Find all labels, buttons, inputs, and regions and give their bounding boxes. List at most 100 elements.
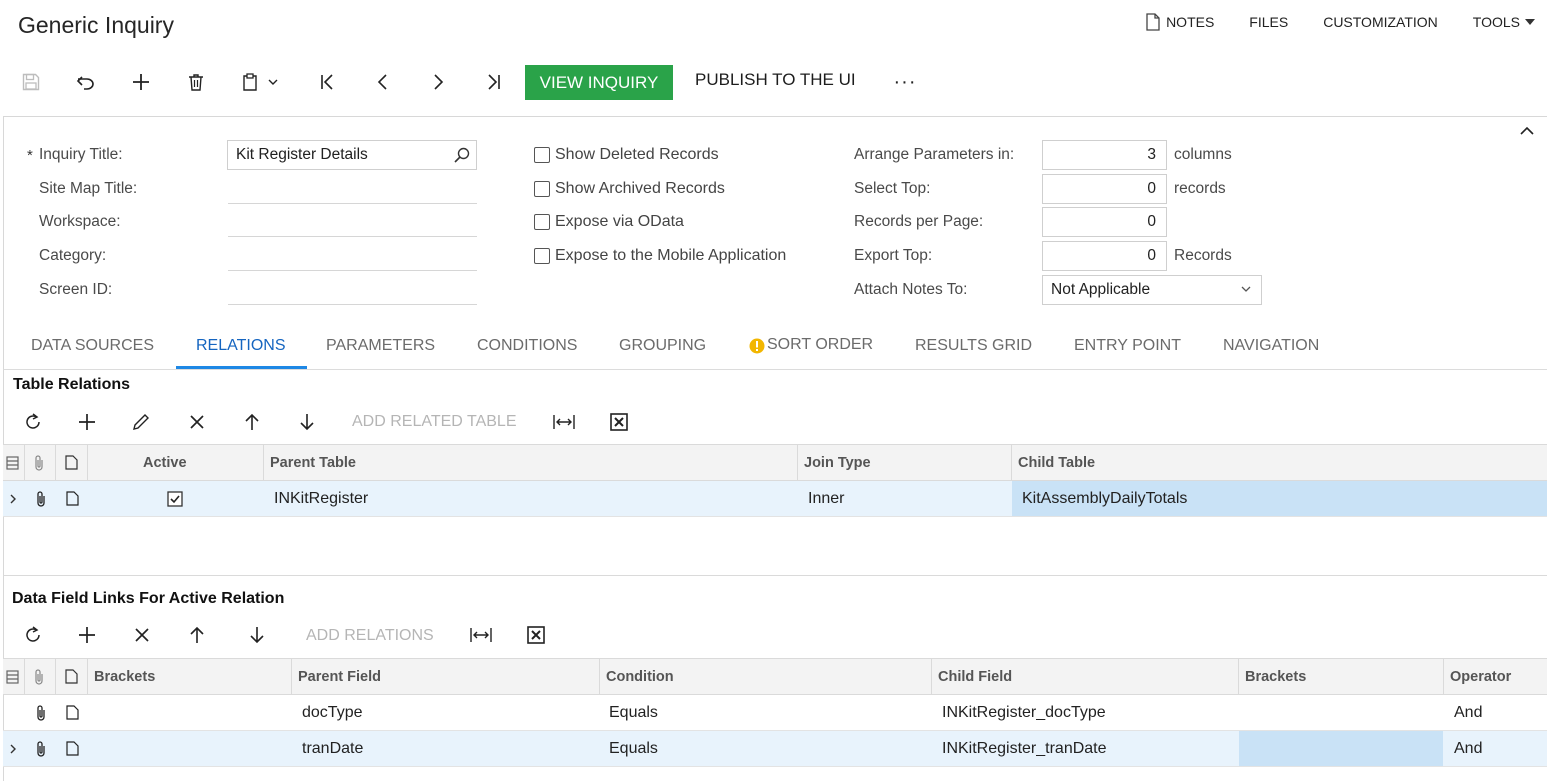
collapse-panel-button[interactable] xyxy=(1520,126,1534,135)
paperclip-icon[interactable] xyxy=(35,481,47,516)
operator-column-header[interactable]: Operator xyxy=(1443,659,1547,694)
tab-conditions[interactable]: CONDITIONS xyxy=(477,337,577,355)
tab-results-grid[interactable]: RESULTS GRID xyxy=(915,337,1032,355)
last-record-button[interactable] xyxy=(473,64,513,100)
customization-link[interactable]: CUSTOMIZATION xyxy=(1323,14,1438,30)
join-type-column-header[interactable]: Join Type xyxy=(797,445,1011,480)
delete-button[interactable] xyxy=(176,64,216,100)
screen-id-field[interactable] xyxy=(228,304,477,305)
checkbox-box[interactable] xyxy=(534,181,550,197)
operator-cell[interactable]: And xyxy=(1454,731,1482,766)
attach-notes-value: Not Applicable xyxy=(1051,281,1151,298)
expose-odata-checkbox[interactable]: Expose via OData xyxy=(534,213,684,231)
workspace-field[interactable] xyxy=(228,236,477,237)
publish-to-ui-button[interactable]: PUBLISH TO THE UI xyxy=(695,70,856,90)
arrange-parameters-input[interactable]: 3 xyxy=(1042,140,1167,170)
add-row-button[interactable] xyxy=(67,617,107,653)
brackets-open-column-header[interactable]: Brackets xyxy=(87,659,291,694)
child-field-cell[interactable]: INKitRegister_tranDate xyxy=(942,731,1107,766)
tab-sort-order[interactable]: SORT ORDER xyxy=(767,336,873,354)
paperclip-icon[interactable] xyxy=(35,731,47,766)
select-top-input[interactable]: 0 xyxy=(1042,174,1167,204)
table-row[interactable]: docType Equals INKitRegister_docType And xyxy=(3,695,1547,731)
note-icon[interactable] xyxy=(66,695,79,730)
save-button[interactable] xyxy=(11,64,51,100)
brackets-close-column-header[interactable]: Brackets xyxy=(1238,659,1443,694)
tab-parameters[interactable]: PARAMETERS xyxy=(326,337,435,355)
tab-relations[interactable]: RELATIONS xyxy=(196,337,286,355)
tools-menu[interactable]: TOOLS xyxy=(1473,14,1535,30)
add-row-button[interactable] xyxy=(67,404,107,440)
edit-row-button[interactable] xyxy=(121,404,161,440)
parent-field-column-header[interactable]: Parent Field xyxy=(291,659,599,694)
view-inquiry-button[interactable]: VIEW INQUIRY xyxy=(525,65,673,100)
export-excel-button[interactable] xyxy=(599,404,639,440)
paperclip-icon[interactable] xyxy=(35,695,47,730)
refresh-button[interactable] xyxy=(13,617,53,653)
parent-table-column-header[interactable]: Parent Table xyxy=(263,445,797,480)
row-expand-icon[interactable] xyxy=(9,481,17,516)
active-checkbox[interactable] xyxy=(167,481,183,516)
previous-record-button[interactable] xyxy=(363,64,403,100)
checkbox-box[interactable] xyxy=(534,214,550,230)
tab-data-sources[interactable]: DATA SOURCES xyxy=(31,337,154,355)
export-top-input[interactable]: 0 xyxy=(1042,241,1167,271)
delete-row-button[interactable] xyxy=(177,404,217,440)
row-status-header xyxy=(3,659,24,694)
tab-entry-point[interactable]: ENTRY POINT xyxy=(1074,337,1181,355)
checkbox-box[interactable] xyxy=(534,248,550,264)
add-related-table-button[interactable]: ADD RELATED TABLE xyxy=(352,413,517,431)
condition-cell[interactable]: Equals xyxy=(609,731,658,766)
search-icon[interactable] xyxy=(454,147,470,163)
condition-cell[interactable]: Equals xyxy=(609,695,658,730)
show-deleted-checkbox[interactable]: Show Deleted Records xyxy=(534,146,719,164)
site-map-title-field[interactable] xyxy=(228,203,477,204)
checkbox-box[interactable] xyxy=(534,147,550,163)
move-up-button[interactable] xyxy=(177,617,217,653)
note-icon[interactable] xyxy=(66,481,79,516)
records-per-page-input[interactable]: 0 xyxy=(1042,207,1167,237)
attach-notes-select[interactable]: Not Applicable xyxy=(1042,275,1262,305)
brackets-close-cell[interactable] xyxy=(1239,731,1443,766)
show-archived-checkbox[interactable]: Show Archived Records xyxy=(534,180,725,198)
child-field-cell[interactable]: INKitRegister_docType xyxy=(942,695,1106,730)
table-row[interactable]: INKitRegister Inner KitAssemblyDailyTota… xyxy=(3,481,1547,517)
next-record-button[interactable] xyxy=(418,64,458,100)
active-column-header[interactable]: Active xyxy=(87,445,263,480)
operator-cell[interactable]: And xyxy=(1454,695,1482,730)
undo-button[interactable] xyxy=(66,64,106,100)
add-button[interactable] xyxy=(121,64,161,100)
tab-navigation[interactable]: NAVIGATION xyxy=(1223,337,1319,355)
child-table-column-header[interactable]: Child Table xyxy=(1011,445,1547,480)
parent-field-cell[interactable]: docType xyxy=(302,695,362,730)
first-record-button[interactable] xyxy=(308,64,348,100)
refresh-button[interactable] xyxy=(13,404,53,440)
move-up-button[interactable] xyxy=(232,404,272,440)
clipboard-menu-button[interactable] xyxy=(233,64,287,100)
parent-table-cell[interactable]: INKitRegister xyxy=(274,481,368,516)
category-field[interactable] xyxy=(228,270,477,271)
parent-field-cell[interactable]: tranDate xyxy=(302,731,363,766)
condition-column-header[interactable]: Condition xyxy=(599,659,931,694)
fit-columns-button[interactable] xyxy=(461,617,501,653)
inquiry-title-field[interactable]: Kit Register Details xyxy=(227,140,477,170)
child-table-cell[interactable]: KitAssemblyDailyTotals xyxy=(1012,481,1547,516)
move-down-button[interactable] xyxy=(287,404,327,440)
tab-grouping[interactable]: GROUPING xyxy=(619,337,706,355)
export-excel-button[interactable] xyxy=(516,617,556,653)
move-down-button[interactable] xyxy=(237,617,277,653)
join-type-cell[interactable]: Inner xyxy=(808,481,844,516)
more-actions-button[interactable]: ··· xyxy=(890,65,920,100)
site-map-title-label: Site Map Title: xyxy=(39,180,138,197)
inquiry-title-label: Inquiry Title: xyxy=(39,146,123,163)
add-relations-button[interactable]: ADD RELATIONS xyxy=(306,627,434,645)
child-field-column-header[interactable]: Child Field xyxy=(931,659,1238,694)
row-expand-icon[interactable] xyxy=(9,731,17,766)
table-row[interactable]: tranDate Equals INKitRegister_tranDate A… xyxy=(3,731,1547,767)
fit-columns-button[interactable] xyxy=(544,404,584,440)
delete-row-button[interactable] xyxy=(122,617,162,653)
files-link[interactable]: FILES xyxy=(1249,14,1288,30)
note-icon[interactable] xyxy=(66,731,79,766)
notes-link[interactable]: NOTES xyxy=(1145,13,1214,31)
expose-mobile-checkbox[interactable]: Expose to the Mobile Application xyxy=(534,247,786,265)
